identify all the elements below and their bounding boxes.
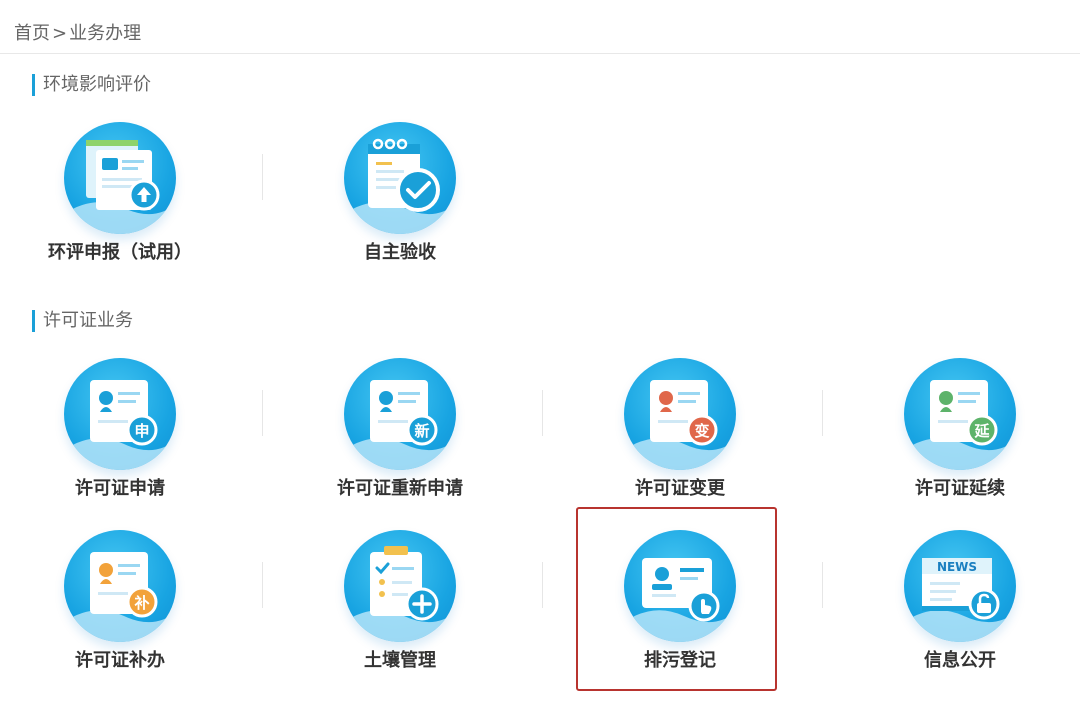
divider [262, 390, 263, 436]
tile-label: 信息公开 [924, 650, 996, 671]
license-extend-icon: 延 [904, 358, 1016, 470]
badge-text: 变 [694, 422, 709, 440]
news-text: NEWS [937, 560, 977, 574]
tile-license-change[interactable]: 变 许可证变更 [550, 350, 810, 500]
tile-soil-management[interactable]: 土壤管理 [270, 522, 530, 672]
breadcrumb-home[interactable]: 首页 [14, 23, 50, 44]
license-reissue-icon: 补 [64, 530, 176, 642]
tile-label: 土壤管理 [364, 650, 436, 671]
divider [262, 562, 263, 608]
tile-label: 自主验收 [364, 242, 436, 263]
badge-text: 申 [134, 422, 149, 440]
divider [542, 562, 543, 608]
document-upload-icon [64, 122, 176, 234]
license-reapply-icon: 新 [344, 358, 456, 470]
breadcrumb-separator: > [52, 23, 68, 44]
license-change-icon: 变 [624, 358, 736, 470]
tile-label: 排污登记 [644, 650, 716, 671]
tile-label: 环评申报（试用） [48, 242, 192, 263]
section-title-eia: 环境影响评价 [32, 74, 151, 96]
tile-label: 许可证补办 [75, 650, 165, 671]
tile-label: 许可证延续 [915, 478, 1005, 499]
badge-text: 新 [414, 422, 429, 440]
badge-text: 延 [973, 422, 990, 440]
discharge-registration-icon [624, 530, 736, 642]
divider [822, 562, 823, 608]
breadcrumb: 首页 > 业务办理 [14, 22, 141, 46]
tile-license-apply[interactable]: 申 许可证申请 [0, 350, 250, 500]
news-unlock-icon: NEWS [904, 530, 1016, 642]
tile-label: 许可证变更 [635, 478, 725, 499]
divider [262, 154, 263, 200]
tile-license-reapply[interactable]: 新 许可证重新申请 [270, 350, 530, 500]
license-apply-icon: 申 [64, 358, 176, 470]
tile-self-acceptance[interactable]: 自主验收 [270, 114, 530, 264]
soil-clipboard-add-icon [344, 530, 456, 642]
tile-label: 许可证重新申请 [337, 478, 463, 499]
tile-license-extend[interactable]: 延 许可证延续 [830, 350, 1080, 500]
tile-info-disclosure[interactable]: NEWS 信息公开 [830, 522, 1080, 672]
tile-discharge-registration[interactable]: 排污登记 [550, 522, 810, 672]
divider [542, 390, 543, 436]
tile-license-reissue[interactable]: 补 许可证补办 [0, 522, 250, 672]
section-title-license: 许可证业务 [32, 310, 133, 332]
tile-label: 许可证申请 [75, 478, 165, 499]
checklist-approve-icon [344, 122, 456, 234]
tile-eia-declaration[interactable]: 环评申报（试用） [0, 114, 250, 264]
badge-text: 补 [133, 594, 149, 612]
breadcrumb-current: 业务办理 [69, 23, 142, 44]
breadcrumb-divider [0, 53, 1080, 54]
divider [822, 390, 823, 436]
